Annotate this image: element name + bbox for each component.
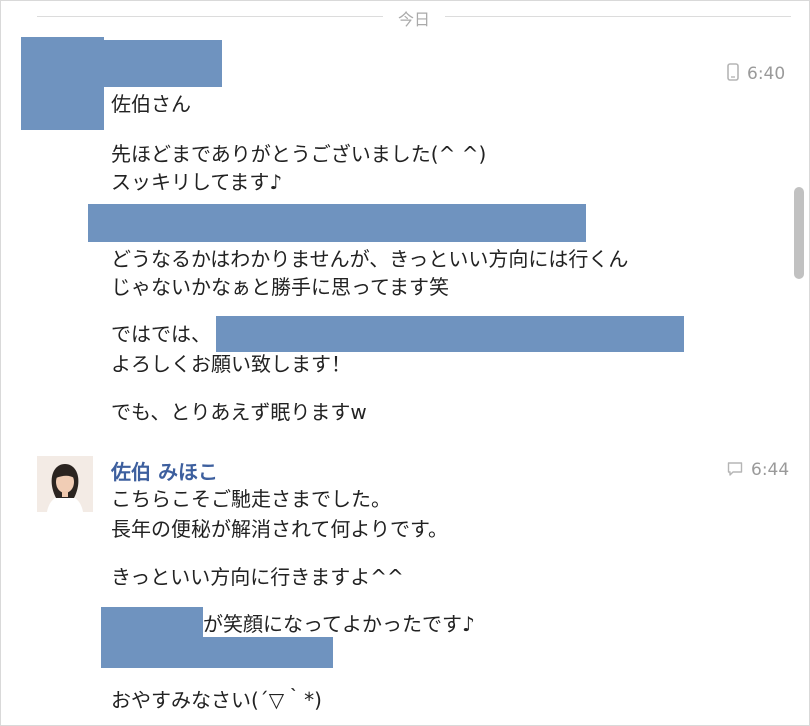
message-line: おやすみなさい(´▽｀*) bbox=[111, 688, 322, 712]
sender-name[interactable]: 佐伯 みほこ bbox=[111, 456, 218, 485]
message-line: スッキリしてます♪ bbox=[111, 170, 283, 194]
message-line: ではでは、 bbox=[111, 322, 211, 346]
scrollbar-thumb[interactable] bbox=[794, 187, 804, 279]
message-line: きっといい方向に行きますよ^^ bbox=[111, 565, 404, 589]
message-line: 長年の便秘が解消されて何よりです。 bbox=[111, 517, 448, 541]
scrollbar-track[interactable] bbox=[791, 1, 805, 725]
redacted-text bbox=[88, 204, 586, 242]
divider-line-left bbox=[37, 16, 383, 17]
date-divider: 今日 bbox=[37, 5, 791, 29]
message-line: こちらこそご馳走さまでした。 bbox=[111, 487, 391, 511]
chat-window: 今日 6:40 佐伯さん 先ほどまでありがとうございました(^ ^) スッキリし… bbox=[0, 0, 810, 726]
message-line: 先ほどまでありがとうございました(^ ^) bbox=[111, 142, 487, 166]
redacted-avatar bbox=[21, 37, 104, 130]
phone-icon bbox=[727, 63, 739, 86]
redacted-text bbox=[101, 637, 333, 668]
divider-line-right bbox=[445, 16, 791, 17]
message-line: よろしくお願い致します！ bbox=[111, 352, 351, 376]
message-line: 佐伯さん bbox=[111, 92, 191, 116]
message-line: でも、とりあえず眠りますw bbox=[111, 400, 367, 424]
avatar-photo bbox=[37, 456, 93, 512]
redacted-sender-name bbox=[104, 40, 222, 87]
message-time: 6:44 bbox=[727, 460, 789, 482]
chat-bubble-icon bbox=[727, 461, 743, 482]
message-time: 6:40 bbox=[727, 63, 785, 86]
redacted-text bbox=[216, 316, 684, 352]
message-line: どうなるかはわかりませんが、きっといい方向には行くん bbox=[111, 247, 629, 271]
avatar[interactable] bbox=[37, 456, 93, 512]
date-label: 今日 bbox=[397, 10, 430, 29]
message-time-text: 6:44 bbox=[751, 460, 790, 480]
message-time-text: 6:40 bbox=[747, 64, 786, 84]
message-line: じゃないかなぁと勝手に思ってます笑 bbox=[111, 275, 449, 299]
message-line: が笑顔になってよかったです♪ bbox=[203, 612, 475, 636]
